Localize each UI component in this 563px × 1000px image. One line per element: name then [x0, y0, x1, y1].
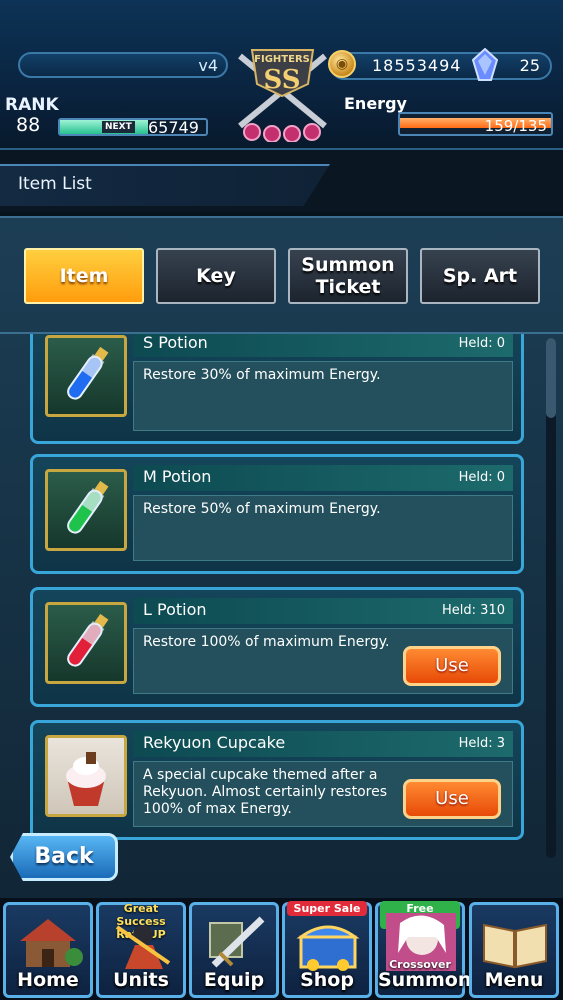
exp-bar: NEXT 65749	[58, 118, 208, 137]
nav-label: Equip	[203, 969, 265, 991]
category-tabs: Item Key Summon Ticket Sp. Art	[0, 248, 563, 308]
list-scrollbar[interactable]	[546, 338, 556, 858]
item-held-count: Held: 310	[442, 603, 505, 618]
tab-summon-ticket[interactable]: Summon Ticket	[288, 248, 408, 304]
red-potion-icon	[67, 613, 109, 667]
list-item[interactable]: M Potion Held: 0 Restore 50% of maximum …	[30, 454, 524, 574]
currency-field: ◉ 18553494 25	[328, 48, 552, 81]
list-item[interactable]: Rekyuon Cupcake Held: 3 A special cupcak…	[30, 720, 524, 840]
cupcake-icon	[66, 752, 106, 806]
item-thumbnail	[45, 335, 127, 417]
house-icon	[20, 919, 83, 967]
item-held-count: Held: 3	[458, 736, 505, 751]
screen-header: Item List	[0, 150, 563, 212]
nav-summon[interactable]: Free Summon Crossover Summon	[375, 901, 472, 998]
rank-value: 88	[16, 114, 41, 136]
blue-potion-icon	[67, 346, 109, 400]
nav-label: Units	[113, 969, 169, 991]
tab-sp-art[interactable]: Sp. Art	[420, 248, 540, 304]
item-description: Restore 30% of maximum Energy.	[143, 367, 381, 383]
item-thumbnail	[45, 469, 127, 551]
nav-equip[interactable]: Equip	[189, 902, 279, 998]
page-title: Item List	[18, 174, 92, 194]
item-name: Rekyuon Cupcake	[143, 733, 286, 752]
tab-item[interactable]: Item	[24, 248, 144, 304]
energy-bar: 159/135	[398, 112, 553, 136]
next-exp-value: 65749	[148, 118, 199, 137]
item-thumbnail	[45, 602, 127, 684]
item-name: S Potion	[143, 333, 208, 352]
item-name: M Potion	[143, 467, 212, 486]
item-held-count: Held: 0	[458, 336, 505, 351]
use-button[interactable]: Use	[403, 646, 501, 686]
fighters-ss-emblem-icon: FIGHTERS SS	[238, 49, 327, 142]
list-item[interactable]: S Potion Held: 0 Restore 30% of maximum …	[30, 333, 524, 444]
sword-icon	[209, 916, 265, 968]
energy-value: 159/135	[484, 117, 547, 135]
scrollbar-thumb[interactable]	[546, 338, 556, 418]
tab-key[interactable]: Key	[156, 248, 276, 304]
coin-count: 18553494	[372, 56, 462, 75]
svg-text:FIGHTERS: FIGHTERS	[254, 54, 310, 65]
next-label: NEXT	[102, 121, 135, 133]
item-description: Restore 50% of maximum Energy.	[143, 501, 381, 517]
status-bar: v4 FIGHTERS SS ◉ 18553494 25 RANK 88 NEX…	[0, 0, 563, 150]
rank-label: RANK	[5, 95, 59, 115]
nav-label: Shop	[300, 969, 354, 991]
nav-units[interactable]: Great Success Rate UP Units	[96, 902, 186, 998]
nav-menu[interactable]: Menu	[469, 902, 559, 998]
coin-icon: ◉	[328, 50, 356, 78]
item-held-count: Held: 0	[458, 470, 505, 485]
nav-label: Home	[17, 969, 79, 991]
list-item[interactable]: L Potion Held: 310 Restore 100% of maxim…	[30, 587, 524, 707]
open-book-icon	[483, 923, 547, 969]
energy-label: Energy	[344, 94, 407, 113]
item-panel: Item Key Summon Ticket Sp. Art S Potion …	[0, 216, 563, 898]
nav-home[interactable]: Home	[3, 902, 93, 998]
nav-label: Summon	[378, 969, 472, 991]
gem-icon	[472, 48, 498, 81]
warrior-icon	[115, 925, 171, 969]
nav-label: Menu	[484, 969, 544, 991]
item-thumbnail	[45, 735, 127, 817]
player-name-field: v4	[18, 52, 228, 78]
bottom-nav: Home Great Success Rate UP Units Equip S…	[0, 898, 563, 1000]
use-button[interactable]: Use	[403, 779, 501, 819]
item-name: L Potion	[143, 600, 207, 619]
item-description: A special cupcake themed after a Rekyuon…	[143, 767, 388, 817]
item-list[interactable]: S Potion Held: 0 Restore 30% of maximum …	[0, 332, 563, 864]
treasure-chest-icon	[296, 925, 360, 971]
version-label: v4	[198, 56, 218, 75]
item-description: Restore 100% of maximum Energy.	[143, 634, 390, 650]
green-potion-icon	[67, 480, 109, 534]
svg-text:SS: SS	[264, 65, 301, 95]
back-button[interactable]: Back	[10, 833, 118, 881]
gem-count: 25	[519, 56, 540, 75]
nav-shop[interactable]: Super Sale Shop	[282, 901, 372, 998]
